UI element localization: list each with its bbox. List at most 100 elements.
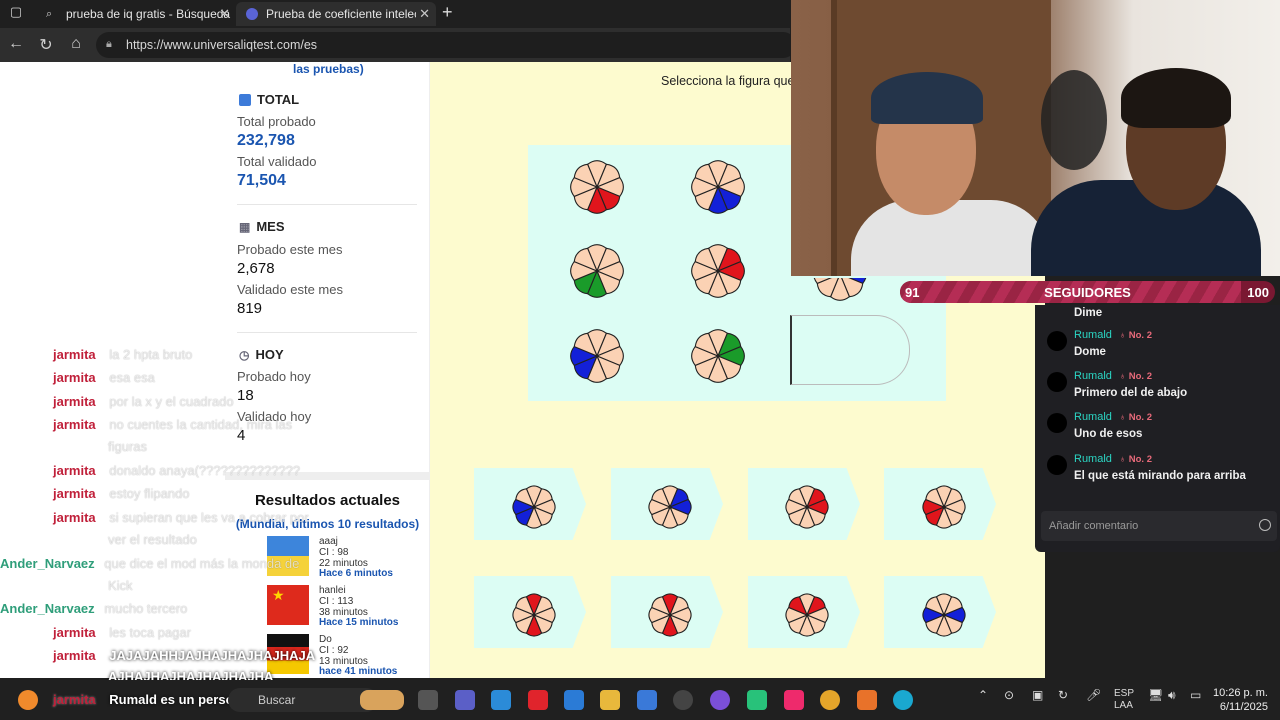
tab-search[interactable]: ⌕ prueba de iq gratis - Búsqueda ✕ [36, 2, 236, 26]
cam-person-right-hair [1121, 68, 1231, 128]
reload-icon[interactable]: ↻ [36, 35, 56, 55]
overlay-msg: si supieran que les va a cobrar por [109, 510, 309, 525]
lock-icon: 🔒︎ [106, 38, 112, 50]
overlay-user: jarmita [53, 370, 96, 385]
overlay-msg: les toca pagar [109, 625, 191, 640]
overlay-line: jarmita la 2 hpta bruto [53, 347, 192, 362]
puzzle-instruction: Selecciona la figura que f [661, 74, 802, 88]
overlay-line: figuras [108, 439, 147, 454]
flower-figure [781, 481, 833, 538]
flower-figure [508, 589, 560, 646]
overlay-line: jarmita si supieran que les va a cobrar … [53, 510, 309, 525]
chrome-icon[interactable] [820, 690, 840, 710]
rank-badge: ♁ No. 2 [1119, 371, 1152, 382]
total-validated-value: 71,504 [237, 172, 286, 189]
month-tested-value: 2,678 [237, 260, 275, 277]
overlay-user: jarmita [53, 486, 96, 501]
chat-username[interactable]: Rumald [1074, 329, 1112, 341]
edge-icon[interactable] [893, 690, 913, 710]
avatar[interactable] [1047, 455, 1067, 475]
address-bar[interactable]: 🔒︎ https://www.universaliqtest.com/es [96, 32, 796, 58]
overlay-user: jarmita [53, 347, 96, 362]
chat-message-text: Primero del de abajo [1074, 387, 1188, 399]
chevron-up-icon[interactable]: ⌃ [978, 688, 988, 702]
overlay-msg: no cuentes la cantidad, mira las [109, 417, 293, 432]
overlay-line: ver el resultado [108, 532, 197, 547]
month-heading: ▦ MES [239, 219, 285, 234]
back-icon[interactable]: ← [6, 35, 26, 53]
language-indicator[interactable]: ESP LAA [1114, 688, 1134, 712]
overlay-line: Ander_Narvaez que dice el mod más la mon… [0, 556, 299, 571]
chat-username[interactable]: Rumald [1074, 453, 1112, 465]
overlay-line: Ander_Narvaez mucho tercero [0, 601, 187, 616]
tab-iq-test[interactable]: Prueba de coeficiente intelectual ✕ [236, 2, 436, 26]
flower-figure [686, 239, 750, 308]
taskbar-search[interactable]: Buscar [228, 688, 378, 712]
flower-figure [918, 589, 970, 646]
teams-icon[interactable] [455, 690, 475, 710]
chat-message: Rumald ♁ No. 2 Uno de esos [1047, 409, 1277, 449]
widget-icon[interactable] [360, 690, 404, 710]
calendar-icon: ▦ [239, 219, 251, 234]
microphone-icon[interactable]: 🎤︎ [1086, 688, 1101, 702]
home-icon[interactable]: ⌂ [66, 35, 86, 53]
tab-actions-icon[interactable]: ▢ [6, 4, 26, 20]
tab-label: prueba de iq gratis - Búsqueda [66, 7, 231, 21]
tiktok-icon[interactable] [784, 690, 804, 710]
task-view-icon[interactable] [418, 690, 438, 710]
chat-app-icon[interactable] [747, 690, 767, 710]
obs-icon[interactable] [710, 690, 730, 710]
app-icon[interactable] [18, 690, 38, 710]
total-tested-value: 232,798 [237, 132, 295, 149]
cam-person-left [851, 200, 1051, 276]
chat-comment-input[interactable]: Añadir comentario [1041, 511, 1277, 541]
tray-icon[interactable]: ▣ [1032, 688, 1043, 702]
overlay-user: jarmita [53, 625, 96, 640]
rank-badge: ♁ No. 2 [1119, 412, 1152, 423]
flower-figure [918, 481, 970, 538]
copilot-icon[interactable] [491, 690, 511, 710]
volume-icon[interactable]: 🔊︎ [1168, 688, 1176, 703]
app-icon[interactable] [673, 690, 693, 710]
chat-username[interactable]: Rumald [1074, 411, 1112, 423]
chat-message-text: Dome [1074, 346, 1106, 358]
clock[interactable]: 10:26 p. m. 6/11/2025 [1213, 686, 1268, 714]
chat-message-text: Uno de esos [1074, 428, 1143, 440]
new-tab-icon[interactable]: + [442, 2, 453, 23]
folder-icon[interactable] [600, 690, 620, 710]
overlay-msg: la 2 hpta bruto [109, 347, 193, 362]
overlay-user: Ander_Narvaez [0, 556, 95, 571]
overlay-msg: JAJAJAHHJAJHAJHAJHAJHAJA [109, 648, 316, 663]
sync-icon[interactable]: ↻ [1058, 688, 1068, 702]
avatar[interactable] [1047, 331, 1067, 351]
avatar[interactable] [1047, 413, 1067, 433]
tray-icon[interactable]: ⊙ [1004, 688, 1014, 702]
total-validated-label: Total validado [237, 154, 317, 169]
url-text: https://www.universaliqtest.com/es [126, 38, 318, 52]
overlay-line: jarmita Rumald es un persona [53, 692, 249, 707]
chat-message: Rumald ♁ No. 2 Dome [1047, 327, 1277, 367]
tests-link[interactable]: las pruebas) [293, 62, 364, 76]
vscode-icon[interactable] [564, 690, 584, 710]
overlay-line: jarmita donaldo anaya(?????????????? [53, 463, 300, 478]
overlay-line: jarmita por la x y el cuadrado [53, 394, 234, 409]
avatar[interactable] [1047, 372, 1067, 392]
close-icon[interactable]: ✕ [419, 6, 430, 22]
flower-figure [565, 155, 629, 224]
chat-username[interactable]: Rumald [1074, 370, 1112, 382]
month-validated-value: 819 [237, 300, 263, 317]
scrollbar[interactable] [1265, 300, 1275, 675]
cam-person-left-cap [871, 72, 983, 124]
xampp-icon[interactable] [857, 690, 877, 710]
battery-icon[interactable]: ▭ [1190, 688, 1201, 702]
overlay-user: jarmita [53, 394, 96, 409]
network-icon[interactable]: 🖥︎ [1148, 688, 1163, 702]
overlay-user: jarmita [53, 510, 96, 525]
close-icon[interactable]: ✕ [219, 6, 230, 22]
tab-label: Prueba de coeficiente intelectual [266, 7, 416, 21]
store-icon[interactable] [637, 690, 657, 710]
flower-figure [565, 239, 629, 308]
overlay-msg: mucho tercero [104, 601, 188, 616]
office-icon[interactable] [528, 690, 548, 710]
overlay-msg: esa esa [109, 370, 155, 385]
